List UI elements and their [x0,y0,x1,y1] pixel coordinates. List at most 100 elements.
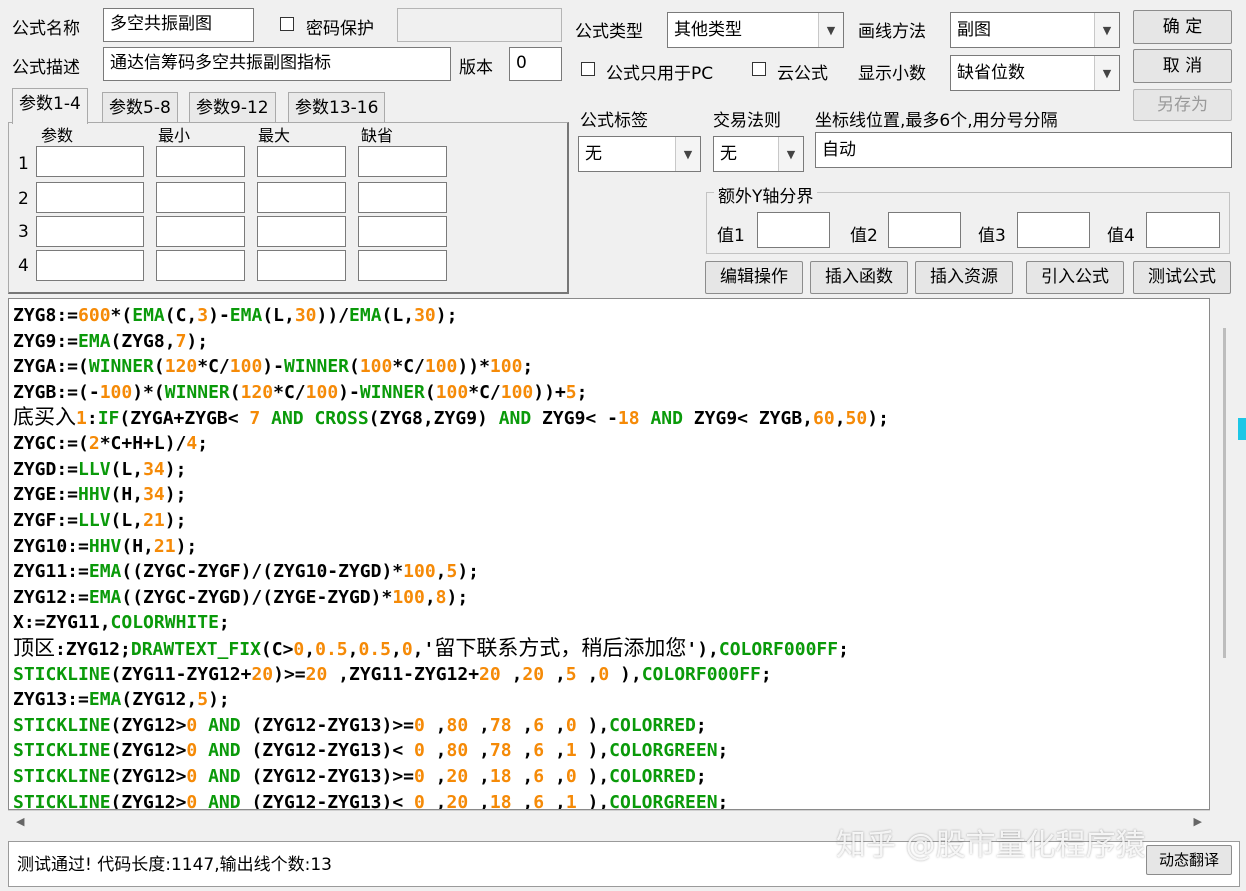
tag-value: 无 [585,144,602,164]
insert-resource-button[interactable]: 插入资源 [915,261,1013,294]
param-row-number: 3 [18,222,29,242]
decimals-value: 缺省位数 [957,63,1025,83]
scroll-thumb[interactable] [1223,328,1226,658]
decimals-select[interactable]: 缺省位数 ▼ [950,55,1120,91]
param2-max-input[interactable] [257,182,346,213]
formula-desc-label: 公式描述 [12,58,80,78]
chevron-down-icon[interactable]: ▼ [778,137,803,171]
y-value2-label: 值2 [850,226,878,246]
dynamic-translate-button[interactable]: 动态翻译 [1146,845,1232,875]
decimals-label: 显示小数 [858,64,926,84]
param-row-number: 2 [18,189,29,209]
code-line: 顶区:ZYG12;DRAWTEXT_FIX(C>0,0.5,0.5,0,'留下联… [13,636,849,660]
draw-method-select[interactable]: 副图 ▼ [950,12,1120,48]
code-line: STICKLINE(ZYG12>0 AND (ZYG12-ZYG13)>=0 ,… [13,766,707,787]
param-header-max: 最大 [258,126,291,145]
window-edge-marker [1238,418,1246,440]
code-line: ZYG8:=600*(EMA(C,3)-EMA(L,30))/EMA(L,30)… [13,305,458,326]
param3-default-input[interactable] [358,216,447,247]
param1-default-input[interactable] [358,146,447,177]
tab-params-13-16[interactable]: 参数13-16 [288,92,386,122]
param-header-min: 最小 [158,126,191,145]
save-as-button[interactable]: 另存为 [1133,89,1232,121]
param4-name-input[interactable] [36,250,144,281]
password-checkbox[interactable] [280,17,294,31]
y-value3-label: 值3 [978,226,1006,246]
import-formula-button[interactable]: 引入公式 [1026,261,1124,294]
scroll-right-icon[interactable]: ▶ [1194,815,1202,828]
test-formula-button[interactable]: 测试公式 [1133,261,1231,294]
param4-default-input[interactable] [358,250,447,281]
code-line: ZYGE:=HHV(H,34); [13,484,187,505]
param1-min-input[interactable] [156,146,245,177]
tab-params-5-8[interactable]: 参数5-8 [102,92,178,122]
insert-function-button[interactable]: 插入函数 [810,261,908,294]
code-editor[interactable]: ZYG8:=600*(EMA(C,3)-EMA(L,30))/EMA(L,30)… [8,298,1210,810]
pc-only-checkbox[interactable] [581,62,595,76]
draw-method-label: 画线方法 [858,22,926,42]
status-text: 测试通过! 代码长度:1147,输出线个数:13 [17,855,332,875]
formula-type-select[interactable]: 其他类型 ▼ [667,12,844,48]
param2-min-input[interactable] [156,182,245,213]
password-label: 密码保护 [306,19,374,39]
param3-max-input[interactable] [257,216,346,247]
trade-rule-select[interactable]: 无 ▼ [713,136,804,172]
extra-y-axis-label: 额外Y轴分界 [714,182,818,207]
tab-params-1-4[interactable]: 参数1-4 [12,88,88,124]
param3-min-input[interactable] [156,216,245,247]
trade-rule-value: 无 [720,144,737,164]
param-header-default: 缺省 [361,126,394,145]
code-line: STICKLINE(ZYG12>0 AND (ZYG12-ZYG13)< 0 ,… [13,740,729,761]
ok-button[interactable]: 确 定 [1133,10,1232,44]
code-line: ZYGF:=LLV(L,21); [13,510,187,531]
code-line: ZYGB:=(-100)*(WINNER(120*C/100)-WINNER(1… [13,382,588,403]
param3-name-input[interactable] [36,216,144,247]
y-value2-input[interactable] [888,212,961,248]
pc-only-label: 公式只用于PC [606,64,714,84]
trade-rule-label: 交易法则 [713,111,781,131]
password-input[interactable] [397,8,562,42]
param1-max-input[interactable] [257,146,346,177]
axis-position-input[interactable]: 自动 [815,132,1232,168]
code-line: 底买入1:IF(ZYGA+ZYGB< 7 AND CROSS(ZYG8,ZYG9… [13,405,889,429]
param-row-number: 1 [18,154,29,174]
formula-desc-input[interactable]: 通达信筹码多空共振副图指标 [103,47,451,81]
code-line: STICKLINE(ZYG12>0 AND (ZYG12-ZYG13)>=0 ,… [13,715,707,736]
y-value3-input[interactable] [1017,212,1090,248]
param4-max-input[interactable] [257,250,346,281]
chevron-down-icon[interactable]: ▼ [818,13,843,47]
code-line: ZYG11:=EMA((ZYGC-ZYGF)/(ZYG10-ZYGD)*100,… [13,561,480,582]
version-input[interactable]: 0 [509,47,562,81]
chevron-down-icon[interactable]: ▼ [1094,56,1119,90]
y-value1-label: 值1 [717,226,745,246]
y-value4-label: 值4 [1107,226,1135,246]
formula-name-input[interactable]: 多空共振副图 [103,8,254,42]
vertical-scrollbar[interactable] [1213,298,1242,810]
code-line: ZYGA:=(WINNER(120*C/100)-WINNER(100*C/10… [13,356,534,377]
code-line: ZYG9:=EMA(ZYG8,7); [13,331,209,352]
cloud-label: 云公式 [777,64,828,84]
param2-name-input[interactable] [36,182,144,213]
edit-operation-button[interactable]: 编辑操作 [705,261,803,294]
tag-label: 公式标签 [580,111,648,131]
param4-min-input[interactable] [156,250,245,281]
cloud-checkbox[interactable] [752,62,766,76]
scroll-left-icon[interactable]: ◀ [16,815,24,828]
code-line: X:=ZYG11,COLORWHITE; [13,612,230,633]
param1-name-input[interactable] [36,146,144,177]
chevron-down-icon[interactable]: ▼ [675,137,700,171]
y-value4-input[interactable] [1146,212,1220,248]
code-line: ZYG12:=EMA((ZYGC-ZYGD)/(ZYGE-ZYGD)*100,8… [13,587,469,608]
code-line: STICKLINE(ZYG12>0 AND (ZYG12-ZYG13)< 0 ,… [13,792,729,810]
param2-default-input[interactable] [358,182,447,213]
tag-select[interactable]: 无 ▼ [578,136,701,172]
draw-method-value: 副图 [957,20,991,40]
cancel-button[interactable]: 取 消 [1133,49,1232,83]
chevron-down-icon[interactable]: ▼ [1094,13,1119,47]
y-value1-input[interactable] [757,212,830,248]
watermark-text: 知乎 @股市量化程序猿 [836,828,1146,863]
tab-params-9-12[interactable]: 参数9-12 [189,92,276,122]
code-line: ZYG13:=EMA(ZYG12,5); [13,689,230,710]
code-line: ZYGC:=(2*C+H+L)/4; [13,433,209,454]
code-line: STICKLINE(ZYG11-ZYG12+20)>=20 ,ZYG11-ZYG… [13,664,772,685]
